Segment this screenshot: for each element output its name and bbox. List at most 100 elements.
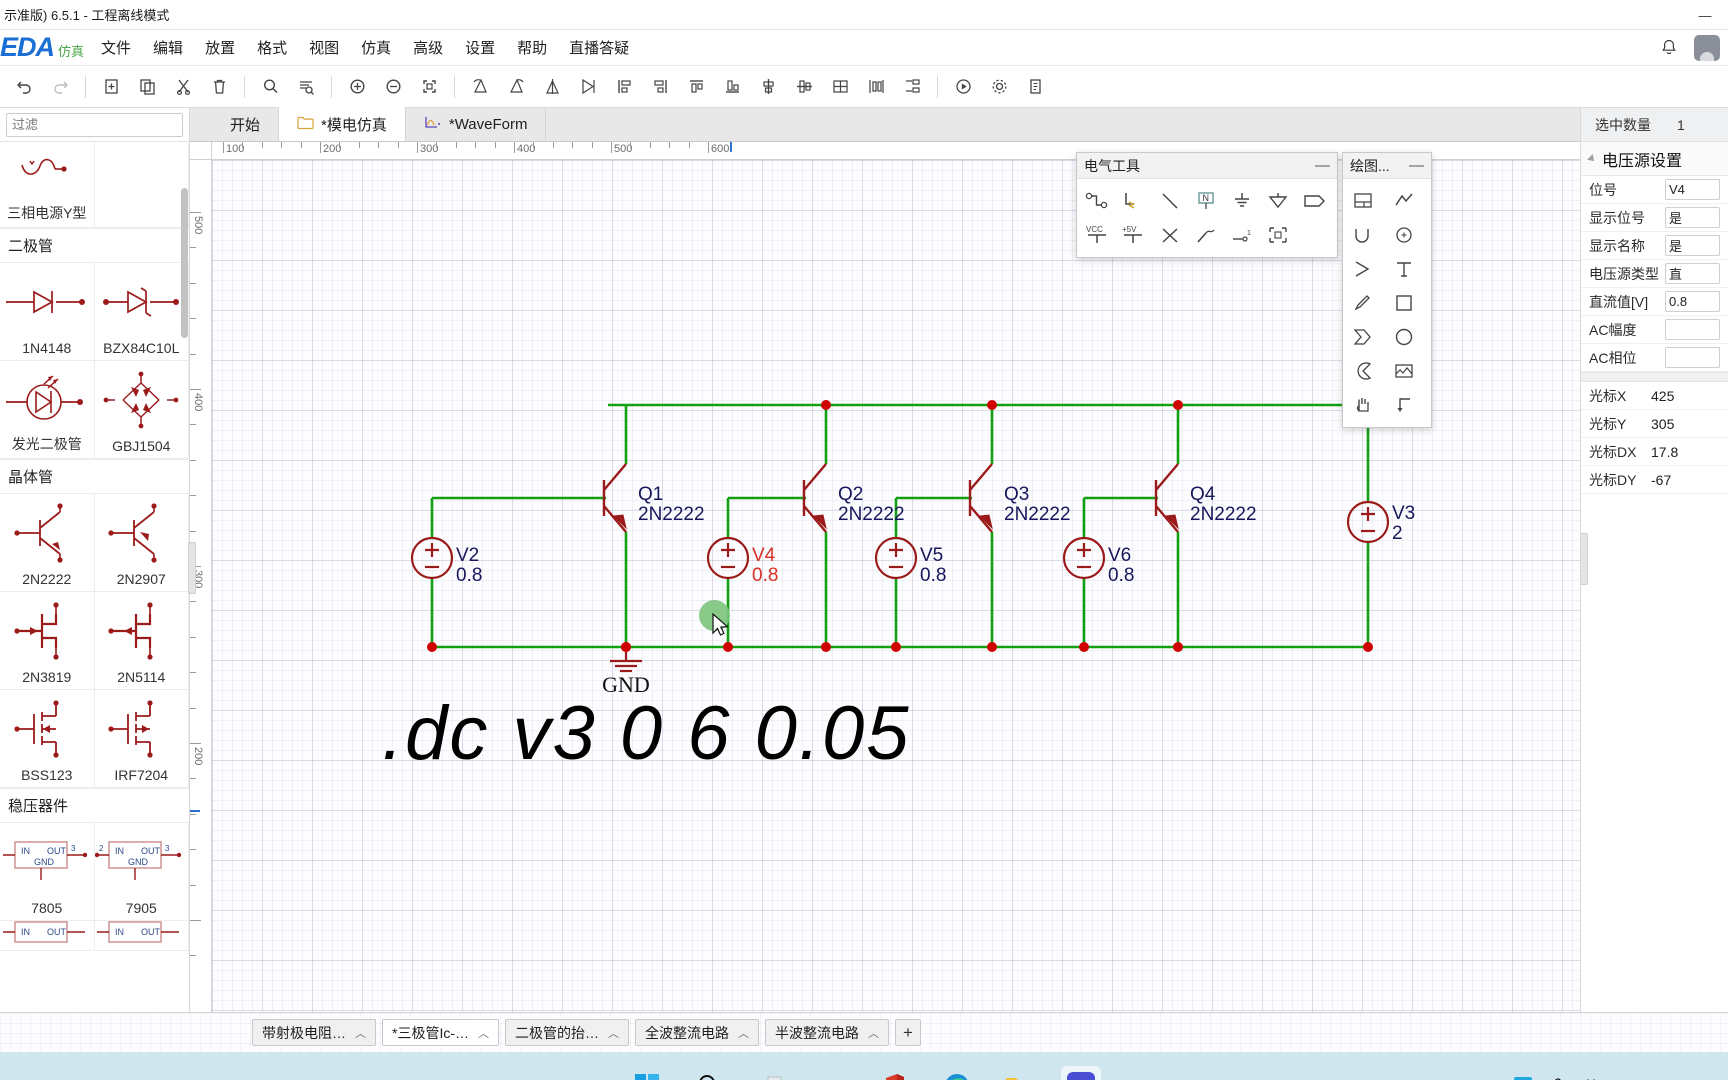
mirror-v-icon[interactable] bbox=[570, 71, 606, 103]
start-icon[interactable] bbox=[627, 1066, 667, 1080]
library-category-transistors[interactable]: 晶体管 bbox=[0, 459, 189, 494]
search-icon[interactable] bbox=[252, 71, 288, 103]
avatar[interactable] bbox=[1694, 34, 1720, 61]
sheet-tab-full-wave-rectifier[interactable]: 全波整流电路 ︿ bbox=[635, 1019, 759, 1046]
nocheck-icon[interactable] bbox=[1153, 218, 1187, 252]
properties-section-title[interactable]: 电压源设置 bbox=[1581, 142, 1728, 176]
eda-app-icon[interactable] bbox=[1061, 1066, 1101, 1080]
left-panel-splitter[interactable] bbox=[188, 541, 196, 594]
drawing-tools-palette[interactable]: 绘图... — bbox=[1342, 152, 1432, 428]
chevron-up-icon[interactable]: ︿ bbox=[355, 1025, 366, 1041]
chevron-up-icon[interactable]: ︿ bbox=[738, 1025, 749, 1041]
chevron-up-icon[interactable]: ︿ bbox=[608, 1025, 619, 1041]
align-top-icon[interactable] bbox=[678, 71, 714, 103]
align-left-icon[interactable] bbox=[606, 71, 642, 103]
mirror-h-icon[interactable] bbox=[534, 71, 570, 103]
library-item[interactable]: IN OUT bbox=[0, 921, 95, 951]
library-item[interactable]: IN OUT GND 3 7805 bbox=[0, 823, 95, 921]
distribute-v-icon[interactable] bbox=[894, 71, 930, 103]
duplicate-icon[interactable] bbox=[129, 71, 165, 103]
filter-input[interactable] bbox=[6, 112, 183, 137]
spice-directive[interactable]: .dc v3 0 6 0.05 bbox=[382, 690, 911, 777]
tab-start[interactable]: 开始 bbox=[212, 107, 280, 141]
tab-analog-simulation[interactable]: *模电仿真 bbox=[279, 107, 406, 141]
rotate-cw-icon[interactable] bbox=[498, 71, 534, 103]
menu-item-live-qa[interactable]: 直播答疑 bbox=[558, 33, 640, 62]
palette-header[interactable]: 电气工具 — bbox=[1077, 153, 1337, 179]
align-bottom-icon[interactable] bbox=[714, 71, 750, 103]
library-item[interactable]: GBJ1504 bbox=[94, 361, 189, 459]
copy-add-icon[interactable] bbox=[93, 71, 129, 103]
sheet-tab-diode-lift[interactable]: 二极管的抬… ︿ bbox=[505, 1019, 629, 1046]
pin-icon[interactable]: 1 bbox=[1225, 218, 1259, 252]
chevron-up-icon[interactable]: ︿ bbox=[478, 1025, 489, 1041]
path-icon[interactable] bbox=[1387, 388, 1421, 422]
align-right-icon[interactable] bbox=[642, 71, 678, 103]
rotate-ccw-icon[interactable] bbox=[462, 71, 498, 103]
minimize-button[interactable]: — bbox=[1682, 0, 1728, 30]
right-panel-splitter[interactable] bbox=[1581, 532, 1588, 585]
frame-icon[interactable] bbox=[1261, 218, 1295, 252]
library-item[interactable]: 1N4148 bbox=[0, 263, 95, 361]
align-center-h-icon[interactable] bbox=[786, 71, 822, 103]
library-item[interactable]: IN OUT GND 2 3 7905 bbox=[94, 823, 189, 921]
library-category-regulators[interactable]: 稳压器件 bbox=[0, 788, 189, 823]
ellipse-icon[interactable] bbox=[1387, 320, 1421, 354]
menu-item-place[interactable]: 放置 bbox=[194, 33, 246, 62]
ac-phase-input[interactable] bbox=[1665, 347, 1720, 368]
sheet-tab-half-wave-rectifier[interactable]: 半波整流电路 ︿ bbox=[765, 1019, 889, 1046]
sheet-icon[interactable] bbox=[1346, 184, 1380, 218]
minimize-icon[interactable]: — bbox=[1409, 157, 1424, 174]
designator-input[interactable]: V4 bbox=[1665, 179, 1720, 200]
pie-icon[interactable] bbox=[1346, 354, 1380, 388]
ime-badge-icon[interactable] bbox=[1513, 1076, 1533, 1080]
redo-icon[interactable] bbox=[42, 71, 78, 103]
menu-item-simulate[interactable]: 仿真 bbox=[350, 33, 402, 62]
ac-magnitude-input[interactable] bbox=[1665, 319, 1720, 340]
hand-icon[interactable] bbox=[1346, 388, 1380, 422]
zoom-in-icon[interactable] bbox=[339, 71, 375, 103]
plus5v-icon[interactable]: +5V bbox=[1116, 218, 1150, 252]
rect-icon[interactable] bbox=[1387, 286, 1421, 320]
arrow-polygon-icon[interactable] bbox=[1346, 320, 1380, 354]
show-name-select[interactable]: 是 bbox=[1665, 235, 1720, 256]
collapse-triangle-icon[interactable] bbox=[1587, 153, 1597, 164]
task-view-icon[interactable] bbox=[751, 1066, 791, 1080]
cut-icon[interactable] bbox=[165, 71, 201, 103]
pencil-icon[interactable] bbox=[1346, 286, 1380, 320]
run-simulation-icon[interactable] bbox=[945, 71, 981, 103]
library-scrollbar[interactable] bbox=[181, 188, 188, 338]
distribute-grid-icon[interactable] bbox=[822, 71, 858, 103]
port-icon[interactable] bbox=[1298, 184, 1332, 218]
show-designator-select[interactable]: 是 bbox=[1665, 207, 1720, 228]
ground-icon[interactable] bbox=[1225, 184, 1259, 218]
menu-item-advanced[interactable]: 高级 bbox=[402, 33, 454, 62]
office-icon[interactable] bbox=[875, 1066, 915, 1080]
palette-header[interactable]: 绘图... — bbox=[1343, 153, 1431, 179]
dc-value-input[interactable]: 0.8 bbox=[1665, 291, 1720, 312]
line-icon[interactable] bbox=[1153, 184, 1187, 218]
menu-item-file[interactable]: 文件 bbox=[90, 33, 142, 62]
library-item[interactable]: 2N5114 bbox=[94, 592, 189, 690]
library-item[interactable]: 2N2907 bbox=[94, 494, 189, 592]
library-item[interactable]: 发光二极管 bbox=[0, 361, 95, 459]
search-icon[interactable] bbox=[689, 1066, 729, 1080]
text-icon[interactable] bbox=[1387, 252, 1421, 286]
ime-language-indicator[interactable]: 英 bbox=[1583, 1074, 1599, 1080]
polygon-icon[interactable] bbox=[1346, 252, 1380, 286]
undo-icon[interactable] bbox=[6, 71, 42, 103]
vcc-icon[interactable]: VCC bbox=[1080, 218, 1114, 252]
library-item[interactable]: BZX84C10L bbox=[94, 263, 189, 361]
align-center-v-icon[interactable] bbox=[750, 71, 786, 103]
menu-item-settings[interactable]: 设置 bbox=[454, 33, 506, 62]
library-item[interactable]: BSS123 bbox=[0, 690, 95, 788]
circle-center-icon[interactable] bbox=[1387, 218, 1421, 252]
minimize-icon[interactable]: — bbox=[1315, 157, 1330, 174]
search-list-icon[interactable] bbox=[288, 71, 324, 103]
explorer-icon[interactable] bbox=[999, 1066, 1039, 1080]
sheet-tab-emitter-resistor[interactable]: 带射极电阻… ︿ bbox=[252, 1019, 376, 1046]
library-item[interactable]: 2N3819 bbox=[0, 592, 95, 690]
gnd-triangle-icon[interactable] bbox=[1261, 184, 1295, 218]
menu-item-help[interactable]: 帮助 bbox=[506, 33, 558, 62]
edge-icon[interactable] bbox=[937, 1066, 977, 1080]
